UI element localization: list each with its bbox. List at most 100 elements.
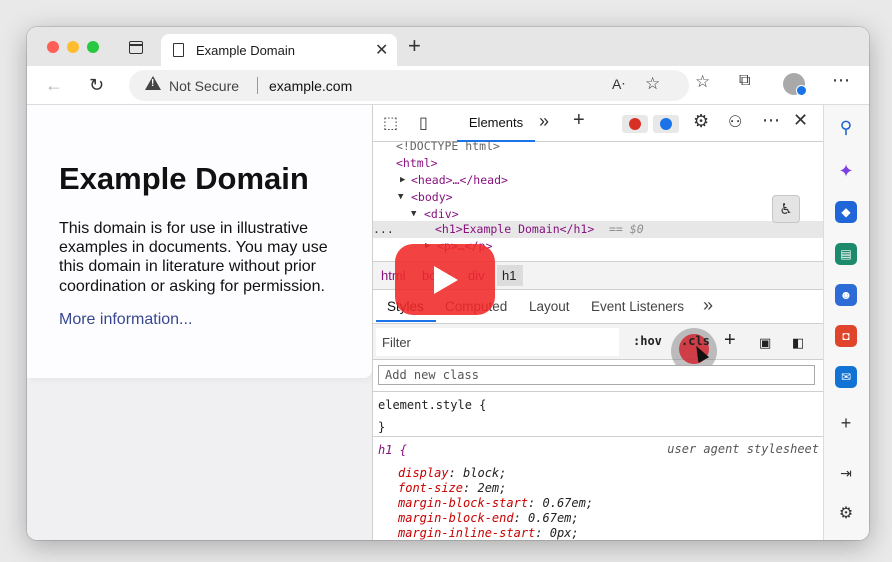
browser-tab[interactable]: Example Domain ✕: [161, 34, 397, 66]
issues-icon: [660, 118, 672, 130]
declaration-property: margin-inline-start: [398, 526, 536, 540]
active-tab-indicator: [376, 320, 436, 322]
add-class-bar: [373, 360, 823, 392]
tab-layout[interactable]: Layout: [529, 299, 570, 314]
declaration-row[interactable]: font-size: 2em;: [398, 481, 506, 496]
toggle-sidebar-icon[interactable]: ◧: [792, 335, 804, 351]
declaration-value: 0.67em;: [542, 496, 594, 510]
collapse-body-icon[interactable]: ▼: [398, 189, 403, 206]
play-icon: [434, 266, 458, 294]
refresh-icon[interactable]: ↻: [89, 74, 104, 96]
declaration-row[interactable]: display: block;: [398, 466, 506, 481]
more-info-link[interactable]: More information...: [59, 311, 192, 329]
favorites-icon[interactable]: ☆: [695, 72, 710, 92]
dom-node-head[interactable]: <head>…</head>: [411, 172, 508, 189]
outlook-icon[interactable]: ✉: [835, 366, 857, 388]
copilot-sparkle-icon[interactable]: ✦: [835, 160, 857, 182]
title-bar: Example Domain ✕ +: [27, 27, 869, 66]
dom-node-html[interactable]: <html>: [396, 155, 438, 172]
new-tab-button[interactable]: +: [408, 35, 421, 57]
declaration-property: margin-block-start: [398, 496, 529, 510]
element-style-close: }: [378, 420, 386, 434]
declaration-value: block;: [463, 466, 507, 480]
declaration-property: margin-block-end: [398, 511, 514, 525]
error-badge[interactable]: [622, 115, 648, 133]
declaration-row[interactable]: margin-inline-start: 0px;: [398, 526, 579, 540]
tab-event-listeners[interactable]: Event Listeners: [591, 299, 684, 314]
declaration-value: 2em;: [477, 481, 507, 495]
tab-actions-icon[interactable]: [129, 41, 143, 54]
dom-selection-marker: == $0: [609, 222, 644, 236]
address-divider: [257, 77, 258, 94]
people-icon[interactable]: ☻: [835, 284, 857, 306]
rule-source: user agent stylesheet: [667, 442, 819, 456]
close-devtools-icon[interactable]: ✕: [793, 110, 808, 131]
settings-gear-icon[interactable]: ⚙: [693, 111, 709, 132]
minimize-window-button[interactable]: [67, 41, 79, 53]
tab-close-icon[interactable]: ✕: [375, 40, 388, 60]
profile-avatar[interactable]: [783, 73, 807, 96]
back-icon[interactable]: ←: [45, 74, 63, 96]
collapse-div-icon[interactable]: ▼: [411, 206, 416, 223]
styles-filter-bar: :hov .cls + ▣ ◧: [373, 324, 823, 374]
page-paragraph: This domain is for use in illustrative e…: [59, 220, 328, 295]
add-tab-icon[interactable]: +: [573, 109, 585, 132]
more-tabs-icon[interactable]: »: [539, 111, 549, 132]
url-text[interactable]: example.com: [269, 78, 352, 94]
dom-doctype[interactable]: <!DOCTYPE html>: [396, 138, 500, 155]
close-window-button[interactable]: [47, 41, 59, 53]
dom-node-h1[interactable]: <h1>Example Domain</h1>: [435, 221, 594, 238]
search-icon[interactable]: ⚲: [835, 117, 857, 139]
tab-elements[interactable]: Elements: [457, 105, 535, 142]
browser-toolbar: ← ↻ Not Secure example.com Aᐧ ☆ ☆ ⧉ ⋯: [27, 66, 869, 105]
breadcrumb-h1[interactable]: h1: [502, 268, 516, 283]
rendering-emulation-icon[interactable]: ▣: [759, 335, 771, 351]
customize-icon[interactable]: ⚇: [728, 112, 742, 132]
page-heading: Example Domain: [59, 161, 309, 196]
tab-title: Example Domain: [196, 43, 295, 58]
declaration-property: font-size: [398, 481, 464, 495]
add-favorite-icon[interactable]: ☆: [645, 74, 660, 94]
new-style-rule-icon[interactable]: +: [724, 329, 736, 352]
hov-toggle[interactable]: :hov: [633, 334, 662, 348]
security-label[interactable]: Not Secure: [169, 78, 239, 94]
accessibility-icon[interactable]: ♿: [772, 195, 800, 223]
more-menu-icon[interactable]: ⋯: [832, 70, 850, 91]
element-style-open[interactable]: element.style {: [378, 398, 486, 413]
office-icon[interactable]: ◘: [835, 325, 857, 347]
expand-head-icon[interactable]: ▶: [400, 172, 405, 189]
read-aloud-icon[interactable]: Aᐧ: [612, 76, 625, 93]
declaration-property: display: [398, 466, 449, 480]
devtools-toolbar: ⬚ ▯ Elements » + ⚙ ⚇ ⋯ ✕: [373, 105, 823, 142]
inspect-element-icon[interactable]: ⬚: [383, 113, 398, 133]
collections-icon[interactable]: ⧉: [739, 72, 750, 90]
declaration-row[interactable]: margin-block-start: 0.67em;: [398, 496, 593, 511]
rule-selector[interactable]: h1 {: [378, 443, 407, 458]
styles-filter-input[interactable]: [376, 328, 619, 356]
warning-icon: [145, 76, 161, 90]
edge-sidebar: ⚲ ✦ ◆ ▤ ☻ ◘ ✉ + ⇥ ⚙: [823, 105, 869, 540]
page-icon: [173, 43, 184, 57]
add-sidebar-app-icon[interactable]: +: [835, 412, 857, 434]
issues-badge[interactable]: [653, 115, 679, 133]
zoom-window-button[interactable]: [87, 41, 99, 53]
device-emulation-icon[interactable]: ▯: [419, 113, 428, 133]
video-play-button[interactable]: [395, 244, 495, 315]
tools-icon[interactable]: ▤: [835, 243, 857, 265]
shopping-tag-icon[interactable]: ◆: [835, 201, 857, 223]
more-style-tabs-icon[interactable]: »: [703, 295, 713, 316]
devtools-more-icon[interactable]: ⋯: [762, 110, 780, 131]
dom-node-body[interactable]: <body>: [411, 189, 453, 206]
declaration-value: 0.67em;: [528, 511, 579, 525]
styles-pane: element.style { } h1 { user agent styles…: [373, 392, 823, 540]
content-card: Example Domain This domain is for use in…: [27, 105, 372, 378]
declaration-value: 0px;: [549, 526, 579, 540]
devtools-panel: ⬚ ▯ Elements » + ⚙ ⚇ ⋯ ✕ <!DOCTYPE html>…: [372, 105, 823, 540]
hide-sidebar-icon[interactable]: ⇥: [835, 462, 857, 484]
error-icon: [629, 118, 641, 130]
add-class-input[interactable]: [378, 365, 815, 385]
declaration-row[interactable]: margin-block-end: 0.67em;: [398, 511, 579, 526]
address-bar[interactable]: Not Secure example.com Aᐧ ☆: [129, 70, 689, 101]
node-options-dots[interactable]: ...: [373, 221, 394, 238]
sidebar-settings-icon[interactable]: ⚙: [835, 503, 857, 525]
